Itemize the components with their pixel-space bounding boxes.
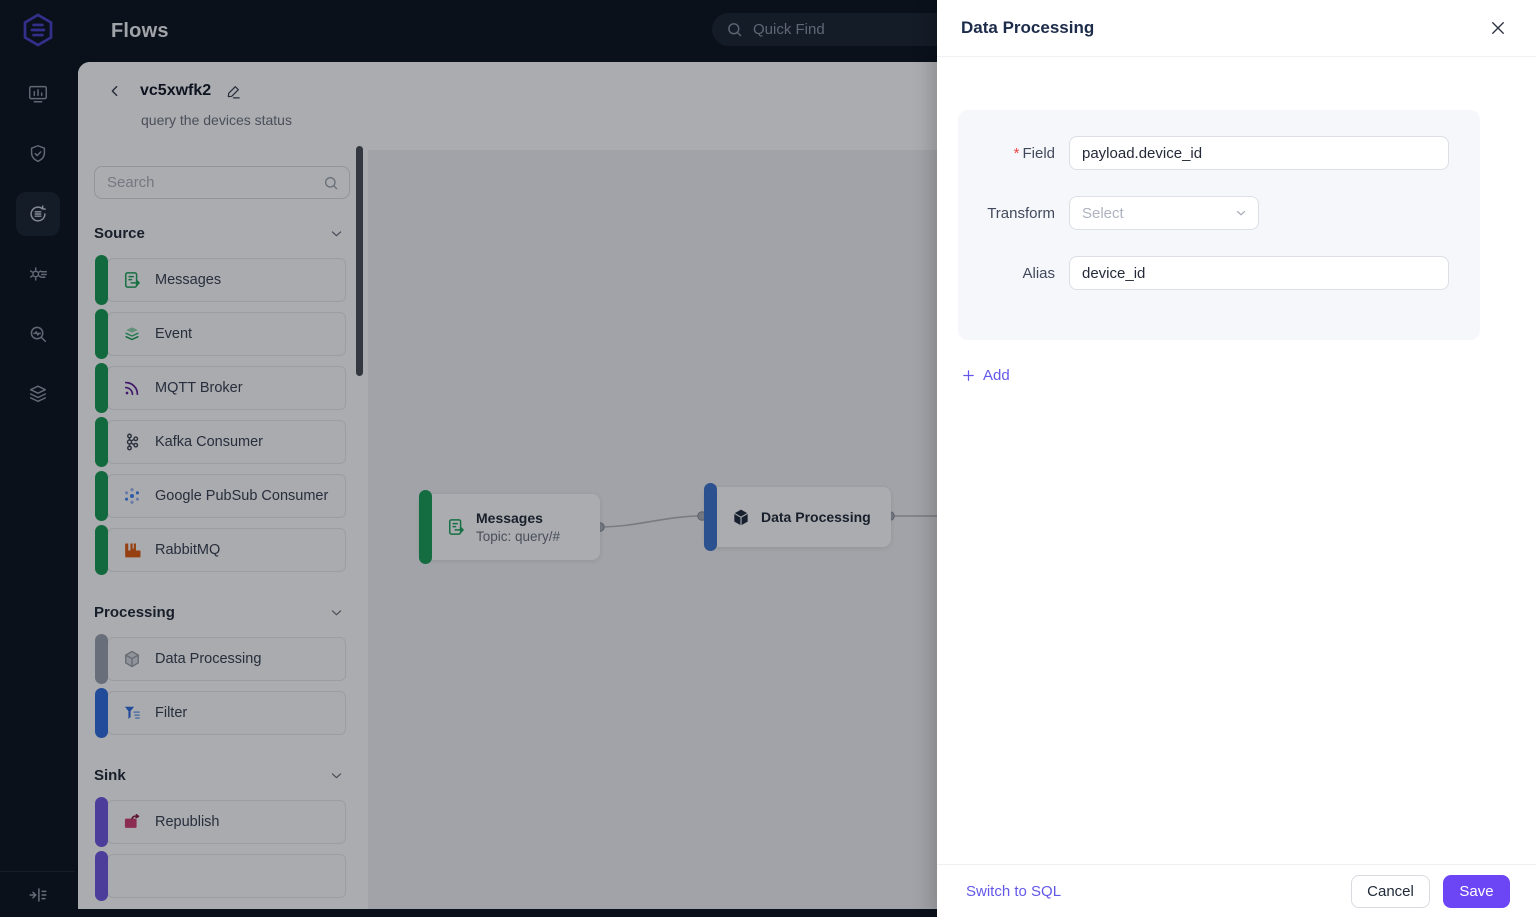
plus-icon	[963, 370, 974, 381]
close-button close-icon[interactable]	[1486, 16, 1510, 40]
alias-label: Alias	[1022, 264, 1055, 282]
form-row-transform: Transform Select	[958, 196, 1452, 230]
alias-input[interactable]	[1069, 256, 1449, 290]
drawer-title: Data Processing	[961, 18, 1095, 37]
add-field-button[interactable]: Add	[961, 367, 1010, 384]
switch-to-sql-link[interactable]: Switch to SQL	[966, 883, 1061, 900]
save-button[interactable]: Save	[1443, 874, 1510, 908]
field-input[interactable]	[1069, 136, 1449, 170]
transform-label: Transform	[987, 204, 1055, 222]
field-label: * Field	[1013, 144, 1055, 162]
transform-select[interactable]: Select	[1069, 196, 1259, 230]
drawer-footer: Switch to SQL Cancel Save	[937, 864, 1536, 917]
form-row-field: * Field	[958, 136, 1452, 170]
form-row-alias: Alias	[958, 256, 1452, 290]
cancel-button[interactable]: Cancel	[1351, 874, 1430, 908]
select-placeholder: Select	[1082, 204, 1124, 222]
chevron-down-icon	[1236, 210, 1246, 216]
required-asterisk: *	[1013, 144, 1020, 162]
transform-form-card: *Field Transform Select Alias	[958, 110, 1480, 340]
drawer-header: Data Processing	[937, 0, 1536, 57]
add-label: Add	[983, 367, 1010, 384]
data-processing-drawer: Data Processing *Field Transform Select …	[937, 0, 1536, 917]
